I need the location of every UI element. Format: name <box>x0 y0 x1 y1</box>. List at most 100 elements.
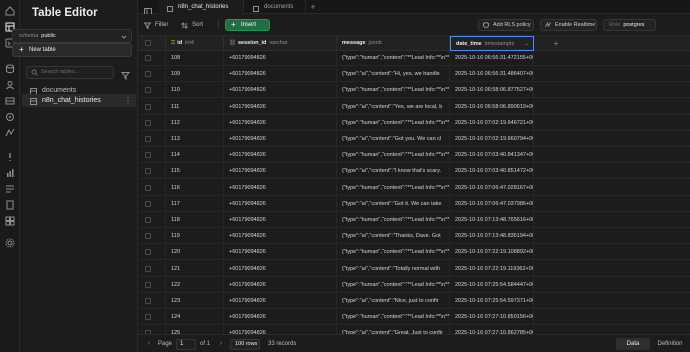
api-docs-icon[interactable] <box>5 200 15 210</box>
row-checkbox[interactable] <box>145 168 151 175</box>
cell-message[interactable]: {"type":"human","content":"**Lead Info:*… <box>337 213 450 228</box>
cell-session-id[interactable]: +60179094826 <box>224 294 337 309</box>
cell-id[interactable]: 123 <box>166 294 224 309</box>
table-row[interactable]: 123 +60179094826 {"type":"ai","content":"N… <box>138 294 690 309</box>
row-checkbox[interactable] <box>145 217 151 223</box>
row-checkbox[interactable] <box>145 265 151 272</box>
table-row[interactable]: 108 +60179094826 {"type":"human","content"… <box>138 51 690 66</box>
cell-id[interactable]: 109 <box>166 67 224 83</box>
row-checkbox[interactable] <box>145 233 151 240</box>
tab-data[interactable]: Data <box>616 338 650 350</box>
cell-message[interactable]: {"type":"human","content":"**Lead Info:*… <box>337 115 450 131</box>
cell-session-id[interactable]: +60179094826 <box>224 132 337 147</box>
cell-message[interactable]: {"type":"human","content":"**Lead Info:*… <box>337 148 450 164</box>
cell-date-time[interactable]: 2025-10-16 06:56:31.472155+00 <box>450 51 534 66</box>
sidebar-toggle-icon[interactable] <box>144 3 152 16</box>
cell-id[interactable]: 119 <box>166 229 224 245</box>
cell-session-id[interactable]: +60179094826 <box>224 213 337 228</box>
cell-id[interactable]: 115 <box>166 164 224 180</box>
cell-id[interactable]: 110 <box>166 83 224 99</box>
cell-id[interactable]: 116 <box>166 180 224 196</box>
settings-icon[interactable] <box>5 238 15 248</box>
new-tab-button[interactable]: + <box>306 0 320 14</box>
cell-session-id[interactable]: +60179094826 <box>224 51 337 66</box>
previous-page-icon[interactable]: ‹ <box>144 339 154 349</box>
table-list-item-n8n-chat-histories[interactable]: n8n_chat_histories ⋮ <box>22 94 136 107</box>
row-checkbox[interactable] <box>145 119 151 126</box>
row-checkbox[interactable] <box>145 314 151 321</box>
tab-documents[interactable]: documents <box>244 0 306 14</box>
cell-date-time[interactable]: 2025-10-16 07:06:47.028167+00 <box>450 180 534 196</box>
cell-message[interactable]: {"type":"ai","content":"Hi, yes, we hand… <box>337 67 450 83</box>
cell-message[interactable]: {"type":"human","content":"**Lead Info:*… <box>337 310 450 326</box>
cell-date-time[interactable]: 2025-10-16 07:27:10.850156+00 <box>450 310 534 326</box>
table-row[interactable]: 112 +60179094826 {"type":"human","content"… <box>138 115 690 131</box>
storage-icon[interactable] <box>5 96 15 106</box>
advisors-icon[interactable] <box>5 152 15 162</box>
table-row[interactable]: 125 +60179094826 {"type":"ai","content":"G… <box>138 326 690 334</box>
page-input[interactable]: 1 <box>176 339 196 350</box>
cell-id[interactable]: 125 <box>166 326 224 334</box>
table-row[interactable]: 118 +60179094826 {"type":"human","content"… <box>138 213 690 228</box>
column-header-id[interactable]: ⚿ id int4 <box>166 36 224 51</box>
home-icon[interactable] <box>5 6 15 16</box>
cell-id[interactable]: 112 <box>166 115 224 131</box>
tab-definition[interactable]: Definition <box>652 338 688 350</box>
add-column-button[interactable]: + <box>546 36 566 51</box>
integrations-icon[interactable] <box>5 216 15 226</box>
table-row[interactable]: 117 +60179094826 {"type":"ai","content":"G… <box>138 196 690 212</box>
filter-icon[interactable] <box>120 67 131 81</box>
cell-session-id[interactable]: +60179094826 <box>224 326 337 334</box>
cell-date-time[interactable]: 2025-10-16 06:58:06.877527+00 <box>450 83 534 99</box>
cell-id[interactable]: 111 <box>166 99 224 115</box>
cell-date-time[interactable]: 2025-10-16 07:27:10.862785+00 <box>450 326 534 334</box>
enable-realtime-button[interactable]: Enable Realtime <box>540 19 597 31</box>
select-all-checkbox[interactable] <box>145 40 151 46</box>
cell-date-time[interactable]: 2025-10-16 07:25:54.584447+00 <box>450 277 534 293</box>
table-row[interactable]: 124 +60179094826 {"type":"human","content"… <box>138 310 690 326</box>
cell-message[interactable]: {"type":"human","content":"**Lead Info:*… <box>337 245 450 261</box>
logs-icon[interactable] <box>5 184 15 194</box>
table-row[interactable]: 122 +60179094826 {"type":"human","content"… <box>138 277 690 293</box>
new-table-button[interactable]: + New table <box>12 43 132 57</box>
table-row[interactable]: 120 +60179094826 {"type":"human","content"… <box>138 245 690 261</box>
cell-session-id[interactable]: +60179094826 <box>224 196 337 212</box>
cell-session-id[interactable]: +60179094826 <box>224 277 337 293</box>
cell-message[interactable]: {"type":"ai","content":"Got you. We can … <box>337 132 450 147</box>
cell-id[interactable]: 113 <box>166 132 224 147</box>
row-checkbox[interactable] <box>145 200 151 207</box>
table-row[interactable]: 121 +60179094826 {"type":"ai","content":"T… <box>138 261 690 277</box>
cell-date-time[interactable]: 2025-10-16 07:25:54.597371+00 <box>450 294 534 309</box>
cell-date-time[interactable]: 2025-10-16 07:06:47.037986+00 <box>450 196 534 212</box>
cell-message[interactable]: {"type":"human","content":"**Lead Info:*… <box>337 83 450 99</box>
cell-session-id[interactable]: +60179094826 <box>224 83 337 99</box>
cell-message[interactable]: {"type":"ai","content":"Yes, we are loca… <box>337 99 450 115</box>
insert-button[interactable]: + Insert <box>225 19 270 31</box>
row-checkbox[interactable] <box>145 87 151 94</box>
cell-id[interactable]: 120 <box>166 245 224 261</box>
cell-message[interactable]: {"type":"human","content":"**Lead Info:*… <box>337 51 450 66</box>
cell-session-id[interactable]: +60179094826 <box>224 148 337 164</box>
cell-message[interactable]: {"type":"ai","content":"Totally normal w… <box>337 261 450 277</box>
cell-id[interactable]: 114 <box>166 148 224 164</box>
reports-icon[interactable] <box>5 168 15 178</box>
row-checkbox[interactable] <box>145 152 151 159</box>
cell-message[interactable]: {"type":"ai","content":"Thanks, Dave. Go… <box>337 229 450 245</box>
cell-date-time[interactable]: 2025-10-16 06:58:06.890619+00 <box>450 99 534 115</box>
search-tables-input[interactable]: Search tables... <box>26 66 114 79</box>
cell-date-time[interactable]: 2025-10-16 07:13:48.836194+00 <box>450 229 534 245</box>
column-header-date-time[interactable]: date_time timestamptz ⌄ <box>450 36 534 51</box>
row-checkbox[interactable] <box>145 298 151 304</box>
realtime-icon[interactable] <box>5 128 15 138</box>
sort-button[interactable]: Sort <box>179 19 203 31</box>
cell-id[interactable]: 118 <box>166 213 224 228</box>
cell-date-time[interactable]: 2025-10-16 07:02:19.660794+00 <box>450 132 534 147</box>
cell-id[interactable]: 117 <box>166 196 224 212</box>
cell-id[interactable]: 124 <box>166 310 224 326</box>
row-checkbox[interactable] <box>145 184 151 191</box>
cell-date-time[interactable]: 2025-10-16 07:03:40.851472+00 <box>450 164 534 180</box>
table-row[interactable]: 114 +60179094826 {"type":"human","content"… <box>138 148 690 164</box>
row-checkbox[interactable] <box>145 281 151 288</box>
cell-session-id[interactable]: +60179094826 <box>224 180 337 196</box>
tab-n8n-chat-histories[interactable]: n8n_chat_histories <box>158 0 244 14</box>
